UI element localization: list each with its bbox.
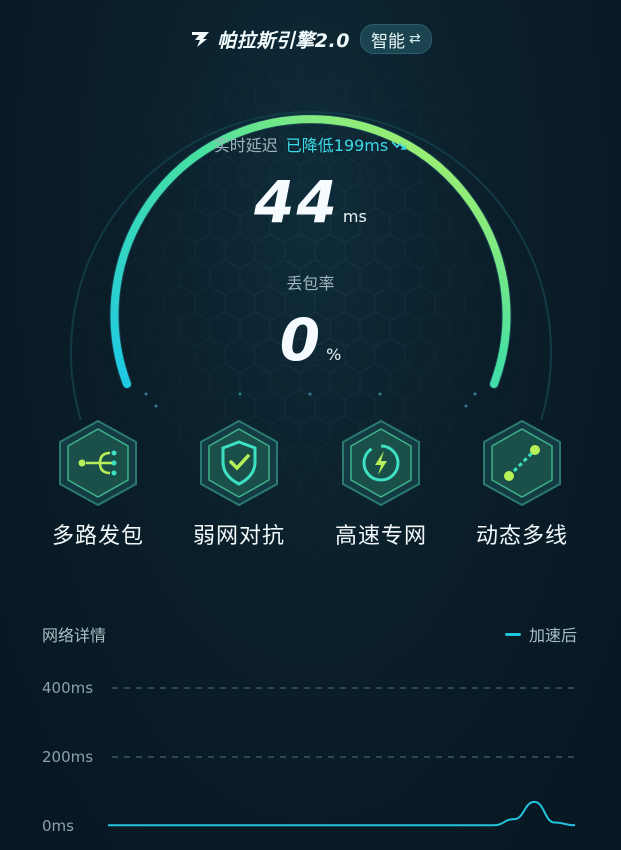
- app-header: 帕拉斯引擎2.0 智能 ⇄: [0, 20, 621, 58]
- lightning-icon: [342, 419, 420, 507]
- swap-icon: ⇄: [408, 31, 421, 47]
- legend-label: 加速后: [528, 626, 577, 645]
- mode-label: 智能: [370, 31, 405, 52]
- engine-logo-icon: [192, 32, 210, 47]
- packet-loss-unit: %: [326, 345, 342, 364]
- feature-label: 多路发包: [51, 524, 144, 549]
- feature-list: 多路发包 弱网对抗 高速专网 动态多线: [0, 418, 621, 558]
- gauge-dots: [144, 392, 477, 408]
- mode-toggle-button[interactable]: 智能 ⇄: [359, 24, 432, 54]
- latency-value: 44: [254, 168, 339, 236]
- app-logo: 帕拉斯引擎2.0: [189, 26, 350, 53]
- multipath-icon: [59, 419, 137, 507]
- feature-label: 高速专网: [334, 524, 427, 549]
- y-tick-label: 200ms: [42, 748, 93, 766]
- trend-down-icon: [391, 141, 407, 150]
- route-line-icon: [483, 419, 561, 507]
- shield-check-icon: [200, 419, 278, 507]
- feature-high-speed[interactable]: 高速专网: [311, 418, 451, 550]
- packet-loss-value: 0: [279, 306, 323, 374]
- network-chart: 400ms 200ms 0ms: [42, 679, 576, 835]
- latency-reduction: 已降低199ms: [285, 136, 389, 155]
- feature-weak-network[interactable]: 弱网对抗: [169, 418, 309, 550]
- app-title: 帕拉斯引擎2.0: [217, 29, 350, 52]
- chart-legend: 加速后: [504, 622, 577, 646]
- feature-multipath[interactable]: 多路发包: [28, 418, 168, 550]
- latency-value-row: 44 ms: [0, 168, 621, 236]
- packet-loss-row: 0 %: [0, 306, 621, 374]
- y-tick-label: 400ms: [42, 679, 93, 697]
- network-details-title: 网络详情: [42, 626, 107, 645]
- feature-label: 动态多线: [475, 524, 568, 549]
- feature-label: 弱网对抗: [192, 524, 285, 549]
- y-tick-label: 0ms: [42, 817, 74, 835]
- legend-swatch: [504, 632, 521, 636]
- feature-dynamic-multiline[interactable]: 动态多线: [452, 418, 592, 550]
- series-line: [108, 800, 576, 827]
- latency-unit: ms: [342, 207, 367, 226]
- latency-label-row: 实时延迟 已降低199ms: [0, 132, 621, 156]
- packet-loss-label: 丢包率: [286, 274, 335, 293]
- latency-label: 实时延迟: [213, 136, 278, 155]
